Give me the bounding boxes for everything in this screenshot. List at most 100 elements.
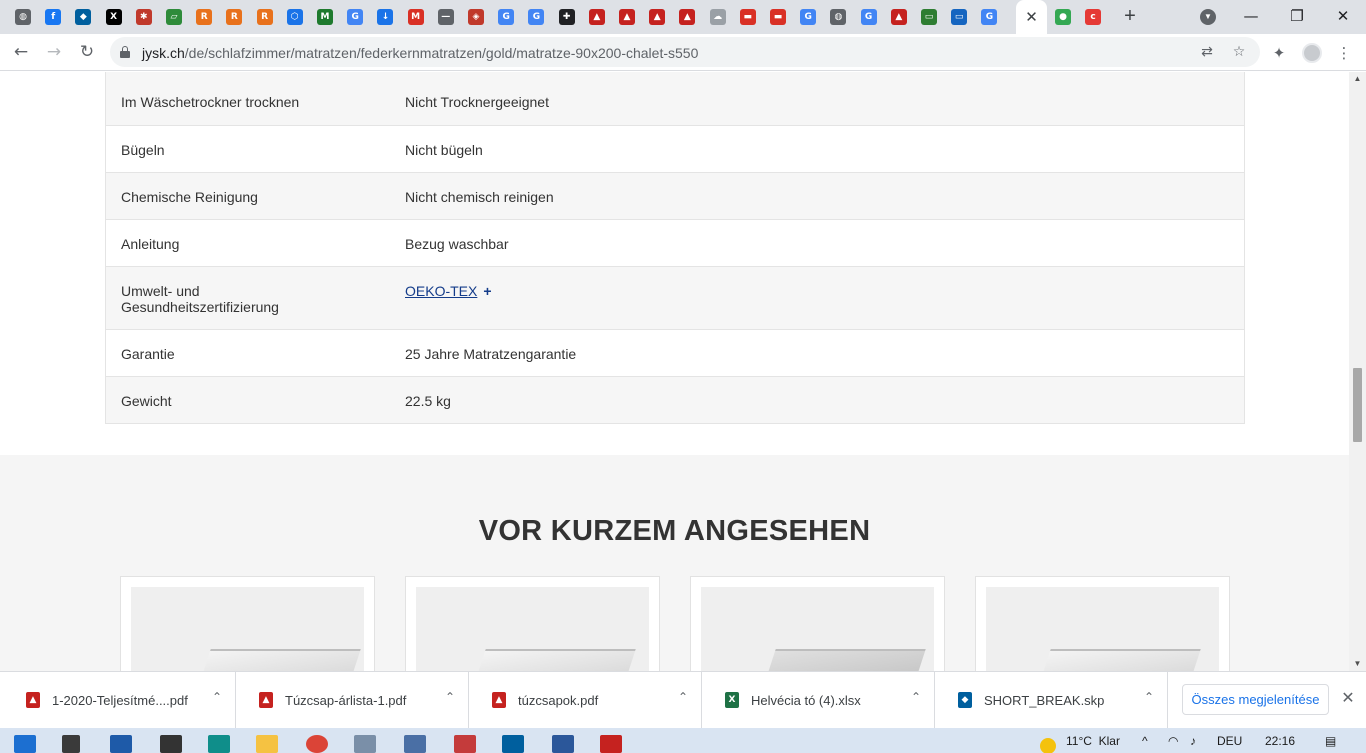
expand-plus-icon[interactable]: + bbox=[483, 283, 491, 299]
download-item[interactable]: ▲ 1-2020-Teljesítmé....pdf ⌃ bbox=[4, 672, 236, 729]
explorer-icon[interactable] bbox=[256, 735, 278, 753]
reload-button[interactable]: ↻ bbox=[74, 40, 100, 64]
browser-tab[interactable]: X bbox=[100, 5, 128, 29]
browser-tab[interactable]: ◆ bbox=[69, 5, 97, 29]
mail-icon[interactable] bbox=[110, 735, 132, 753]
product-image[interactable] bbox=[701, 587, 934, 671]
show-all-downloads-button[interactable]: Összes megjelenítése bbox=[1182, 684, 1329, 715]
product-image[interactable] bbox=[986, 587, 1219, 671]
store-icon[interactable] bbox=[160, 735, 182, 753]
browser-tab[interactable]: ▬ bbox=[764, 5, 792, 29]
weather-moon-icon[interactable] bbox=[1040, 738, 1056, 753]
browser-tab[interactable]: G bbox=[975, 5, 1003, 29]
active-tab[interactable]: ✕ bbox=[1016, 0, 1047, 34]
download-item[interactable]: ▲ túzcsapok.pdf ⌃ bbox=[470, 672, 702, 729]
lock-icon[interactable] bbox=[120, 46, 130, 58]
acrobat-icon[interactable] bbox=[600, 735, 622, 753]
chevron-up-icon[interactable]: ⌃ bbox=[442, 690, 458, 704]
menu-icon[interactable]: ⋮ bbox=[1333, 42, 1355, 64]
url-text[interactable]: jysk.ch/de/schlafzimmer/matratzen/federk… bbox=[142, 45, 698, 61]
scroll-down-arrow[interactable]: ▼ bbox=[1349, 657, 1366, 671]
browser-tab[interactable]: ▬ bbox=[734, 5, 762, 29]
browser-tab[interactable]: — bbox=[432, 5, 460, 29]
download-filename[interactable]: túzcsapok.pdf bbox=[518, 693, 668, 708]
language-indicator[interactable]: DEU bbox=[1217, 734, 1242, 748]
download-filename[interactable]: SHORT_BREAK.skp bbox=[984, 693, 1134, 708]
browser-tab[interactable]: ▲ bbox=[885, 5, 913, 29]
start-icon[interactable] bbox=[14, 735, 36, 753]
browser-tab[interactable]: ◍ bbox=[9, 5, 37, 29]
browser-tab[interactable]: ◍ bbox=[824, 5, 852, 29]
product-image[interactable] bbox=[416, 587, 649, 671]
download-filename[interactable]: 1-2020-Teljesítmé....pdf bbox=[52, 693, 202, 708]
volume-icon[interactable]: ♪ bbox=[1190, 734, 1196, 748]
browser-tab[interactable]: G bbox=[855, 5, 883, 29]
chevron-up-icon[interactable]: ⌃ bbox=[1141, 690, 1157, 704]
download-item[interactable]: ▲ Túzcsap-árlista-1.pdf ⌃ bbox=[237, 672, 469, 729]
new-tab-button[interactable]: + bbox=[1118, 5, 1142, 29]
browser-tab[interactable]: G bbox=[492, 5, 520, 29]
download-item[interactable]: X Helvécia tó (4).xlsx ⌃ bbox=[703, 672, 935, 729]
product-card[interactable] bbox=[405, 576, 660, 671]
extensions-icon[interactable]: ✦ bbox=[1268, 42, 1290, 64]
tray-chevron-icon[interactable]: ^ bbox=[1142, 734, 1148, 748]
close-icon[interactable]: ✕ bbox=[1025, 8, 1038, 26]
close-shelf-icon[interactable]: ✕ bbox=[1338, 688, 1358, 707]
sketchup-icon[interactable] bbox=[502, 735, 524, 753]
window-close-button[interactable]: ✕ bbox=[1320, 4, 1366, 30]
back-button[interactable]: ← bbox=[8, 40, 34, 64]
bookmark-star-icon[interactable]: ☆ bbox=[1230, 43, 1248, 61]
restore-button[interactable]: ❐ bbox=[1274, 4, 1320, 30]
browser-tab[interactable]: ▲ bbox=[673, 5, 701, 29]
browser-tab[interactable]: ▱ bbox=[160, 5, 188, 29]
clock[interactable]: 22:16 bbox=[1265, 734, 1295, 748]
browser-tab[interactable]: ▲ bbox=[643, 5, 671, 29]
browser-tab[interactable]: G bbox=[522, 5, 550, 29]
download-filename[interactable]: Túzcsap-árlista-1.pdf bbox=[285, 693, 435, 708]
oeko-tex-link[interactable]: OEKO-TEX bbox=[405, 283, 477, 299]
chevron-up-icon[interactable]: ⌃ bbox=[209, 690, 225, 704]
browser-tab[interactable]: ⬡ bbox=[281, 5, 309, 29]
page-scrollbar[interactable]: ▲ ▼ bbox=[1349, 72, 1366, 671]
browser-tab[interactable]: M bbox=[311, 5, 339, 29]
product-card[interactable] bbox=[975, 576, 1230, 671]
browser-tab[interactable]: G bbox=[341, 5, 369, 29]
scroll-up-arrow[interactable]: ▲ bbox=[1349, 72, 1366, 86]
browser-tab[interactable]: M bbox=[402, 5, 430, 29]
browser-tab[interactable]: ↓ bbox=[371, 5, 399, 29]
product-image[interactable] bbox=[131, 587, 364, 671]
media-icon[interactable] bbox=[354, 735, 376, 753]
profile-avatar[interactable] bbox=[1302, 43, 1322, 63]
browser-tab[interactable]: ▲ bbox=[583, 5, 611, 29]
tab-search-icon[interactable]: ▼ bbox=[1200, 9, 1216, 25]
chevron-up-icon[interactable]: ⌃ bbox=[908, 690, 924, 704]
minimize-button[interactable]: — bbox=[1228, 4, 1274, 30]
network-icon[interactable]: ◠ bbox=[1168, 734, 1178, 748]
edge-icon[interactable] bbox=[208, 735, 230, 753]
forward-button[interactable]: → bbox=[41, 40, 67, 64]
browser-tab[interactable]: ✱ bbox=[130, 5, 158, 29]
browser-tab[interactable]: c bbox=[1079, 5, 1107, 29]
weather-text[interactable]: 11°C Klar bbox=[1066, 734, 1120, 748]
browser-tab[interactable]: f bbox=[39, 5, 67, 29]
browser-tab[interactable]: ▭ bbox=[915, 5, 943, 29]
browser-tab[interactable]: ◈ bbox=[462, 5, 490, 29]
product-card[interactable] bbox=[690, 576, 945, 671]
browser-tab[interactable]: ● bbox=[1049, 5, 1077, 29]
chevron-up-icon[interactable]: ⌃ bbox=[675, 690, 691, 704]
browser-tab[interactable]: ▲ bbox=[613, 5, 641, 29]
notifications-icon[interactable]: ▤ bbox=[1325, 734, 1336, 748]
browser-tab[interactable]: G bbox=[794, 5, 822, 29]
browser-tab[interactable]: ✚ bbox=[553, 5, 581, 29]
download-filename[interactable]: Helvécia tó (4).xlsx bbox=[751, 693, 901, 708]
browser-tab[interactable]: ☁ bbox=[704, 5, 732, 29]
chrome-icon[interactable] bbox=[306, 735, 328, 753]
word-icon[interactable] bbox=[552, 735, 574, 753]
browser-tab[interactable]: R bbox=[220, 5, 248, 29]
browser-tab[interactable]: R bbox=[190, 5, 218, 29]
task-view-icon[interactable] bbox=[62, 735, 80, 753]
product-card[interactable] bbox=[120, 576, 375, 671]
paint-icon[interactable] bbox=[454, 735, 476, 753]
calculator-icon[interactable] bbox=[404, 735, 426, 753]
browser-tab[interactable]: R bbox=[251, 5, 279, 29]
